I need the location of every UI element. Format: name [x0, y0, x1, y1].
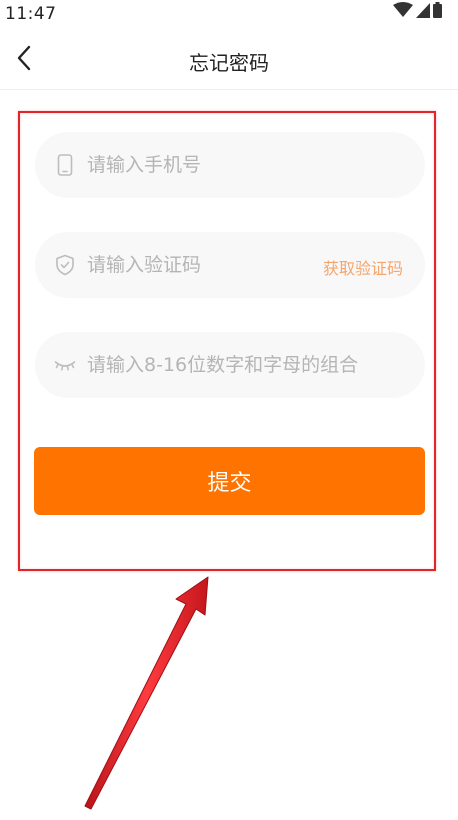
phone-field[interactable]: [35, 132, 425, 198]
new-password-field[interactable]: [35, 332, 425, 398]
signal-icon: [416, 3, 430, 22]
new-password-input[interactable]: [87, 332, 417, 398]
verification-code-field[interactable]: 获取验证码: [35, 232, 425, 298]
submit-button[interactable]: 提交: [34, 447, 425, 515]
battery-icon: [433, 2, 442, 22]
verification-code-input[interactable]: [87, 232, 307, 298]
status-bar: 11:47: [0, 0, 458, 30]
eye-closed-icon: [53, 353, 77, 377]
status-time: 11:47: [5, 4, 57, 24]
get-code-button[interactable]: 获取验证码: [323, 255, 403, 279]
wifi-icon: [393, 2, 413, 22]
phone-icon: [53, 153, 77, 177]
status-icons: [393, 2, 442, 22]
nav-bar: 忘记密码: [0, 30, 458, 90]
shield-check-icon: [53, 253, 77, 277]
phone-input[interactable]: [87, 132, 407, 198]
page-title: 忘记密码: [189, 51, 269, 75]
forgot-password-screen: 11:47 忘记密码 请输入手机号 请输入验证码 获取验证码 提交: [0, 0, 458, 820]
annotation-arrow-icon: [84, 576, 209, 810]
